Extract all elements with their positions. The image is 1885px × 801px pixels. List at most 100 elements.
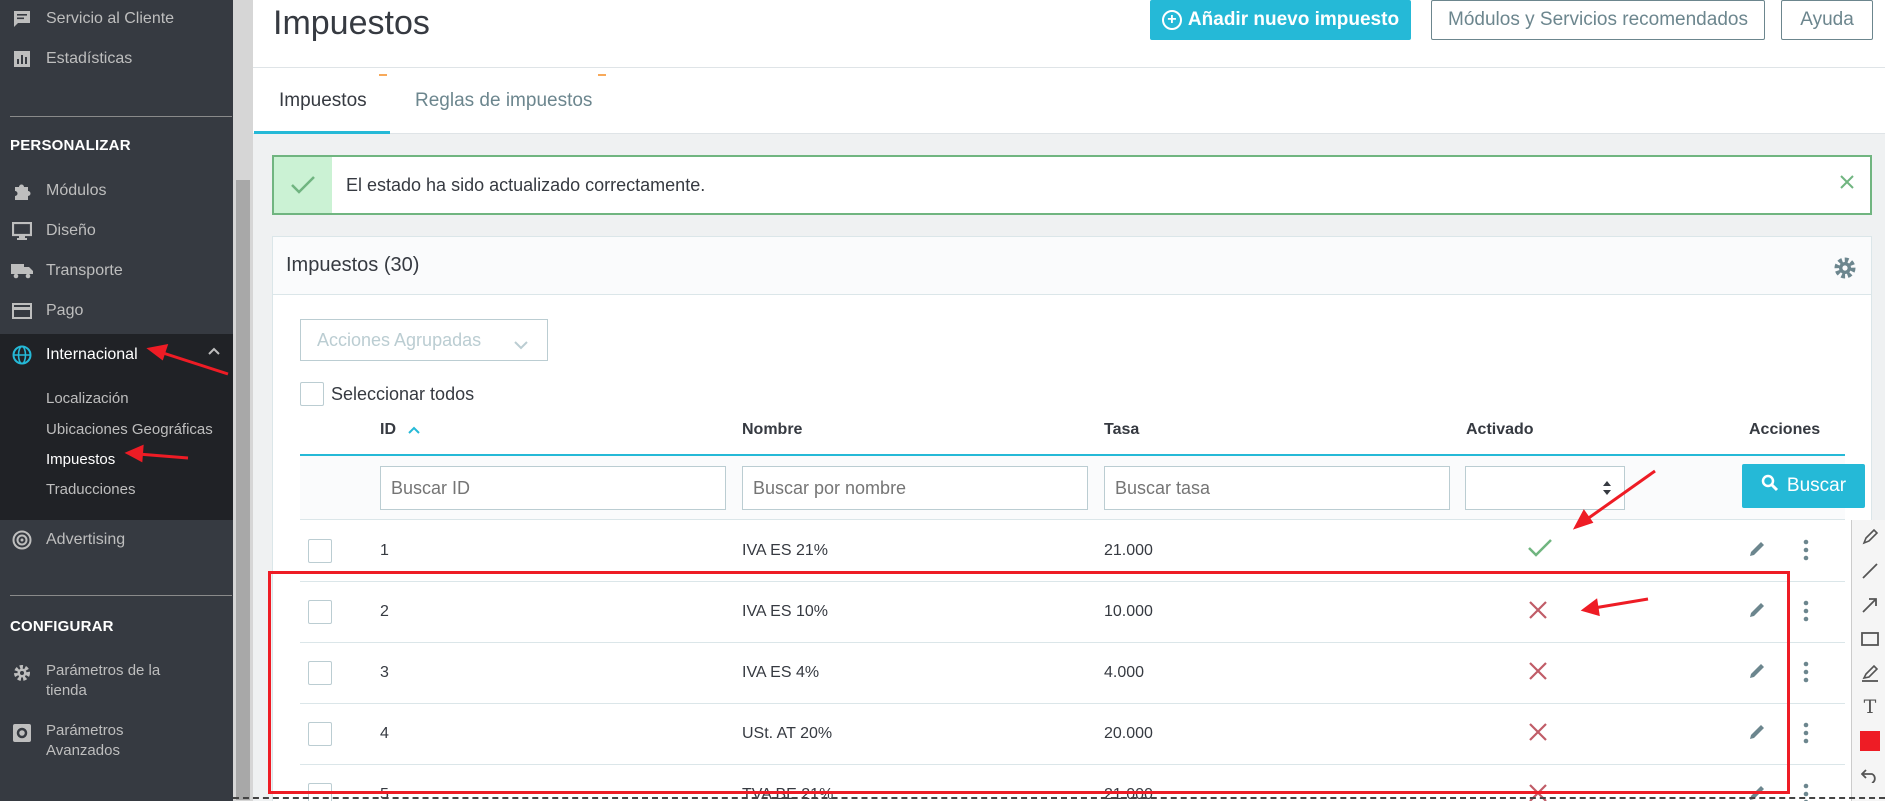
plus-circle-icon: + bbox=[1161, 10, 1182, 30]
rectangle-tool-icon[interactable] bbox=[1859, 628, 1881, 650]
cell-name: IVA ES 21% bbox=[742, 542, 828, 559]
highlighter-icon[interactable] bbox=[1859, 526, 1881, 548]
search-button-label: Buscar bbox=[1786, 475, 1847, 496]
page-header: Impuestos + Añadir nuevo impuesto Módulo… bbox=[253, 0, 1885, 68]
sidebar-item-statistics[interactable]: Estadísticas bbox=[0, 42, 233, 76]
bar-chart-icon bbox=[10, 49, 34, 69]
row-checkbox[interactable] bbox=[308, 539, 332, 563]
select-all-label: Seleccionar todos bbox=[331, 383, 475, 404]
sidebar-item-design[interactable]: Diseño bbox=[0, 214, 233, 248]
sidebar-item-international[interactable]: Internacional bbox=[0, 334, 233, 376]
sort-asc-icon[interactable] bbox=[408, 421, 421, 438]
sidebar-subitem-geo-locations[interactable]: Ubicaciones Geográficas bbox=[46, 421, 213, 438]
close-icon[interactable] bbox=[1838, 173, 1856, 196]
check-icon bbox=[274, 157, 332, 213]
select-arrows-icon bbox=[1602, 480, 1612, 501]
sidebar-subitem-translations[interactable]: Traducciones bbox=[46, 481, 136, 498]
sidebar-item-label: Estadísticas bbox=[46, 50, 133, 67]
sidebar-item-label: Advertising bbox=[46, 531, 126, 548]
line-tool-icon[interactable] bbox=[1859, 560, 1881, 582]
page-title: Impuestos bbox=[273, 4, 430, 42]
tab-notification-dot bbox=[379, 74, 387, 76]
sidebar-scrollbar[interactable] bbox=[233, 0, 253, 801]
text-tool-icon[interactable]: T bbox=[1859, 696, 1881, 718]
tab-taxes[interactable]: Impuestos bbox=[279, 90, 367, 112]
sidebar-item-payment[interactable]: Pago bbox=[0, 294, 233, 328]
sidebar-subitem-taxes[interactable]: Impuestos bbox=[46, 451, 115, 468]
gear-icon[interactable] bbox=[1833, 256, 1857, 285]
filter-row: Buscar bbox=[300, 456, 1865, 520]
sidebar-item-advertising[interactable]: Advertising bbox=[0, 523, 233, 557]
color-swatch-icon[interactable] bbox=[1859, 730, 1881, 752]
sidebar-subitem-localization[interactable]: Localización bbox=[46, 390, 129, 407]
sidebar-item-shipping[interactable]: Transporte bbox=[0, 254, 233, 288]
more-vertical-icon[interactable] bbox=[1803, 722, 1809, 749]
add-tax-button-label: Añadir nuevo impuesto bbox=[1187, 9, 1400, 30]
sidebar-item-label: Pago bbox=[46, 302, 84, 319]
search-button[interactable]: Buscar bbox=[1742, 464, 1865, 508]
marker-tool-icon[interactable] bbox=[1859, 662, 1881, 684]
section-title-personalizar: PERSONALIZAR bbox=[10, 137, 131, 154]
tab-notification-dot bbox=[598, 74, 606, 76]
undo-icon[interactable] bbox=[1859, 764, 1881, 786]
globe-icon bbox=[10, 345, 34, 365]
filter-active-select[interactable] bbox=[1465, 466, 1625, 510]
search-icon bbox=[1761, 474, 1779, 498]
help-button[interactable]: Ayuda bbox=[1781, 0, 1873, 40]
column-header-active[interactable]: Activado bbox=[1466, 421, 1534, 439]
arrow-tool-icon[interactable] bbox=[1859, 594, 1881, 616]
column-header-name[interactable]: Nombre bbox=[742, 421, 802, 439]
sidebar-item-label: Parámetros de la tienda bbox=[46, 662, 161, 699]
sidebar: Servicio al Cliente Estadísticas PERSONA… bbox=[0, 0, 233, 801]
section-title-configurar: CONFIGURAR bbox=[10, 618, 114, 635]
sidebar-divider bbox=[10, 595, 232, 596]
cell-rate: 21.000 bbox=[1104, 542, 1153, 559]
recommended-modules-button[interactable]: Módulos y Servicios recomendados bbox=[1431, 0, 1765, 40]
monitor-icon bbox=[10, 221, 34, 241]
select-all-checkbox[interactable] bbox=[300, 382, 324, 406]
column-header-label: ID bbox=[380, 421, 396, 438]
column-header-actions: Acciones bbox=[1749, 421, 1821, 438]
active-tab-indicator bbox=[254, 131, 390, 134]
column-header-rate[interactable]: Tasa bbox=[1104, 421, 1139, 439]
sidebar-item-customer-service[interactable]: Servicio al Cliente bbox=[0, 2, 233, 36]
sidebar-item-label: Internacional bbox=[46, 346, 138, 363]
tabs-bar: Impuestos Reglas de impuestos bbox=[253, 68, 1885, 134]
selection-border bbox=[233, 797, 1885, 799]
cell-id: 1 bbox=[380, 542, 389, 559]
sidebar-item-modules[interactable]: Módulos bbox=[0, 174, 233, 208]
credit-card-icon bbox=[10, 301, 34, 321]
column-header-id[interactable]: ID bbox=[380, 421, 421, 439]
select-all[interactable]: Seleccionar todos bbox=[300, 382, 474, 406]
target-icon bbox=[10, 530, 34, 550]
bulk-actions-label: Acciones Agrupadas bbox=[317, 329, 482, 350]
sidebar-item-label: Parámetros Avanzados bbox=[46, 722, 124, 759]
add-tax-button[interactable]: + Añadir nuevo impuesto bbox=[1150, 0, 1411, 40]
sidebar-item-advanced-parameters[interactable]: Parámetros Avanzados bbox=[10, 721, 233, 761]
truck-icon bbox=[10, 261, 34, 281]
more-vertical-icon[interactable] bbox=[1803, 600, 1809, 627]
enabled-check-icon[interactable] bbox=[1527, 538, 1553, 563]
more-vertical-icon[interactable] bbox=[1803, 539, 1809, 566]
filter-id-input[interactable] bbox=[380, 466, 726, 510]
chevron-down-icon bbox=[513, 334, 529, 355]
scrollbar-thumb[interactable] bbox=[236, 180, 250, 800]
annotation-highlight-box bbox=[268, 571, 1790, 794]
settings-box-icon bbox=[10, 721, 34, 761]
filter-rate-input[interactable] bbox=[1104, 466, 1450, 510]
more-vertical-icon[interactable] bbox=[1803, 661, 1809, 688]
sidebar-subnav: Localización Ubicaciones Geográficas Imp… bbox=[0, 376, 233, 520]
chat-icon bbox=[10, 9, 34, 29]
pencil-icon[interactable] bbox=[1747, 539, 1767, 564]
sidebar-item-label: Diseño bbox=[46, 222, 96, 239]
tab-tax-rules[interactable]: Reglas de impuestos bbox=[415, 90, 592, 112]
filter-name-input[interactable] bbox=[742, 466, 1088, 510]
sidebar-divider bbox=[10, 116, 232, 117]
sidebar-item-label: Transporte bbox=[46, 262, 123, 279]
puzzle-icon bbox=[10, 181, 34, 201]
sidebar-item-label: Módulos bbox=[46, 182, 107, 199]
sidebar-item-shop-parameters[interactable]: Parámetros de la tienda bbox=[10, 661, 233, 701]
bulk-actions-dropdown[interactable]: Acciones Agrupadas bbox=[300, 319, 548, 361]
card-header: Impuestos (30) bbox=[273, 237, 1871, 295]
sidebar-item-label: Servicio al Cliente bbox=[46, 10, 175, 27]
